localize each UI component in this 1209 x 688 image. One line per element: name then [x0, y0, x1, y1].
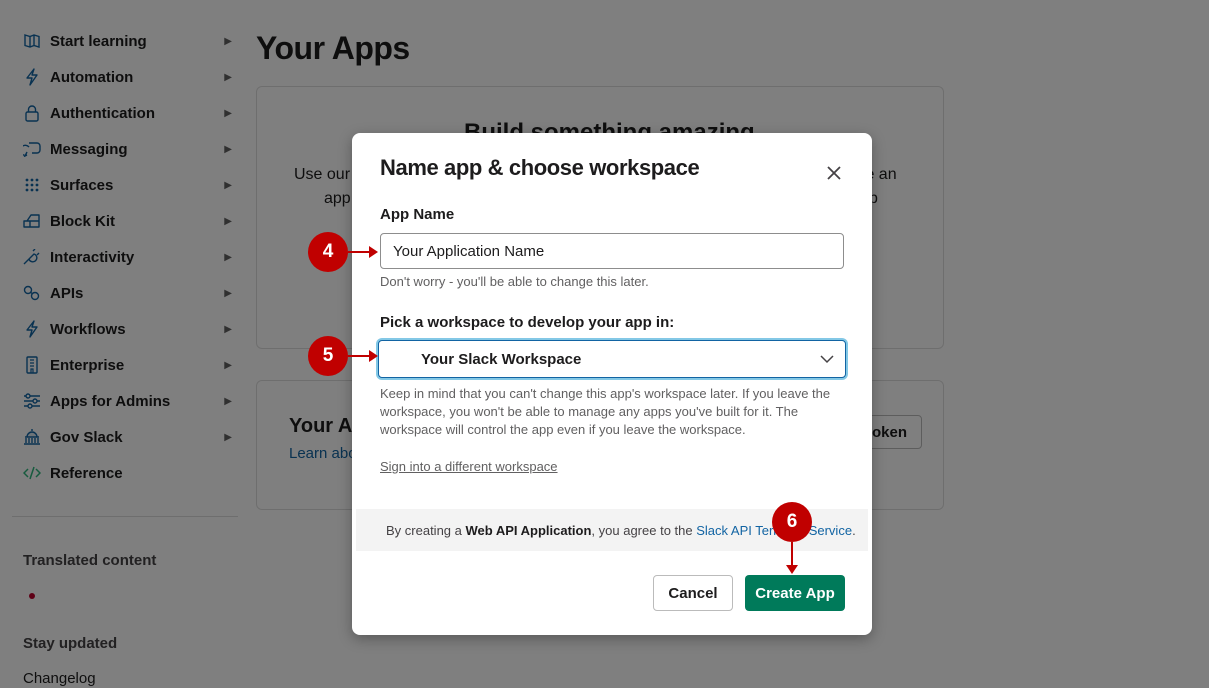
workspace-select-value: Your Slack Workspace [421, 350, 582, 368]
workspace-select[interactable]: Your Slack Workspace [378, 340, 846, 378]
step-5-arrow [348, 350, 378, 362]
create-app-button[interactable]: Create App [745, 575, 845, 611]
terms-app-type: Web API Application [465, 522, 592, 538]
step-5-callout: 5 [308, 336, 348, 376]
app-name-input[interactable] [380, 233, 844, 269]
chevron-down-icon [820, 355, 834, 364]
step-4-arrow [348, 246, 378, 258]
app-name-hint: Don't worry - you'll be able to change t… [380, 274, 649, 289]
app-name-label: App Name [380, 206, 455, 223]
step-6-callout: 6 [772, 502, 812, 542]
workspace-warning: Keep in mind that you can't change this … [380, 386, 831, 437]
workspace-label: Pick a workspace to develop your app in: [380, 314, 675, 331]
cancel-button[interactable]: Cancel [653, 575, 733, 611]
step-4-callout: 4 [308, 232, 348, 272]
terms-prefix: By creating a [386, 522, 462, 538]
terms-suffix: . [852, 522, 856, 538]
create-app-modal: Name app & choose workspace App Name Don… [352, 133, 872, 635]
step-6-arrow [786, 542, 798, 574]
sign-into-different-workspace-link[interactable]: Sign into a different workspace [380, 459, 558, 474]
terms-middle: , you agree to the [591, 522, 693, 538]
modal-title: Name app & choose workspace [380, 155, 700, 180]
close-icon [827, 166, 841, 180]
close-button[interactable] [820, 159, 848, 187]
